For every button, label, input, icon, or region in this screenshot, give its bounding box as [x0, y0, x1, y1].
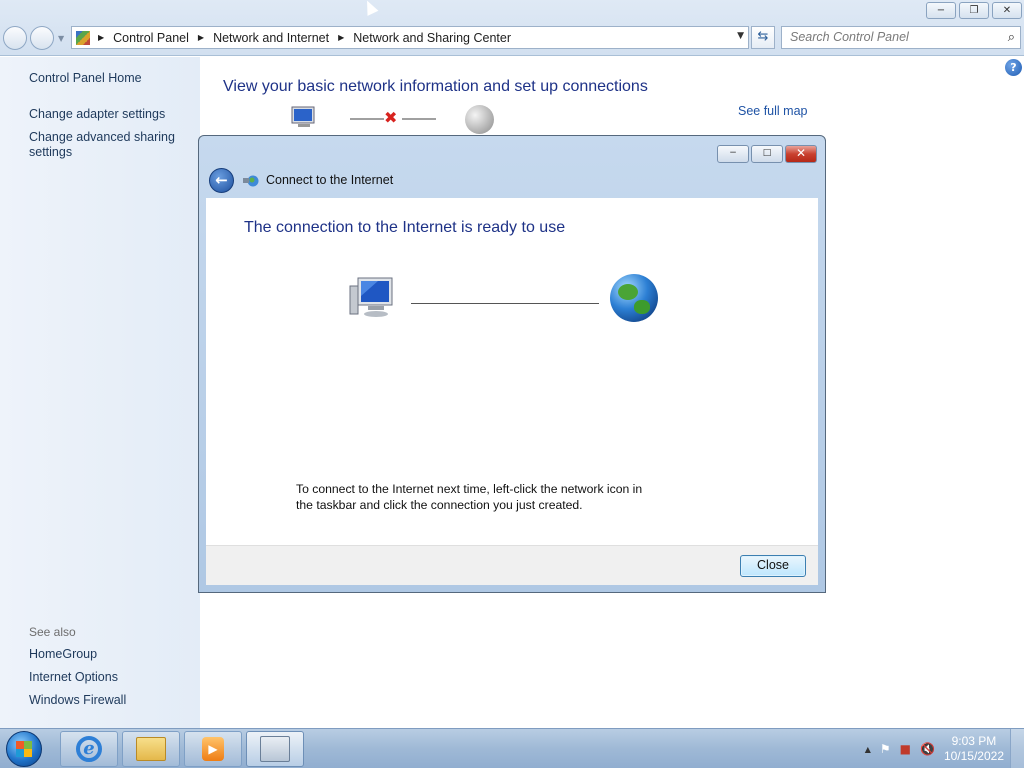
network-map-line [350, 118, 384, 120]
dialog-back-button[interactable]: ← [209, 168, 234, 193]
control-panel-icon [260, 736, 290, 762]
left-task-pane: Control Panel Home Change adapter settin… [0, 57, 200, 728]
network-connection-icon [243, 175, 259, 187]
search-placeholder: Search Control Panel [790, 30, 909, 44]
dialog-minimize-button[interactable]: − [717, 145, 749, 163]
breadcrumb-network-sharing-center[interactable]: Network and Sharing Center [353, 31, 511, 45]
control-panel-icon [76, 30, 90, 45]
dialog-content: The connection to the Internet is ready … [206, 198, 818, 545]
window-titlebar: − ❐ ✕ ▼ ▶ Control Panel ▶ Network and In… [0, 0, 1024, 56]
computer-icon [349, 277, 393, 317]
search-input[interactable]: Search Control Panel ⌕ [781, 26, 1021, 49]
taskbar-internet-explorer[interactable]: e [60, 731, 118, 767]
dialog-maximize-button[interactable]: □ [751, 145, 783, 163]
dialog-title: Connect to the Internet [266, 173, 394, 187]
connection-line [411, 303, 599, 304]
folder-icon [136, 737, 166, 761]
dialog-footer: Close [206, 545, 818, 585]
help-icon[interactable]: ? [1005, 59, 1022, 76]
internet-globe-icon [465, 105, 494, 134]
internet-globe-icon [610, 274, 658, 322]
show-hidden-icons-icon[interactable]: ▲ [865, 745, 871, 754]
network-map-line [402, 118, 436, 120]
minimize-button[interactable]: − [926, 2, 956, 19]
windows-logo-icon [16, 749, 32, 757]
action-center-flag-icon[interactable]: ⚑ [880, 742, 891, 756]
address-bar[interactable]: ▶ Control Panel ▶ Network and Internet ▶… [71, 26, 749, 49]
breadcrumb-separator-icon[interactable]: ▶ [198, 33, 204, 42]
globe-land-shape [634, 300, 650, 314]
show-desktop-button[interactable] [1010, 729, 1024, 768]
close-window-button[interactable]: ✕ [992, 2, 1022, 19]
address-dropdown-icon[interactable]: ▼ [737, 31, 744, 41]
maximize-button[interactable]: ❐ [959, 2, 989, 19]
taskbar: e ▶ ▲ ⚑ ■ 🔇 9:03 PM 10/15/2022 [0, 728, 1024, 768]
taskbar-media-player[interactable]: ▶ [184, 731, 242, 767]
recent-pages-dropdown-icon[interactable]: ▼ [58, 34, 64, 43]
see-also-heading: See also [29, 625, 76, 639]
start-button[interactable] [6, 731, 42, 767]
internet-explorer-icon: e [76, 736, 102, 762]
change-adapter-settings-link[interactable]: Change adapter settings [29, 107, 165, 122]
page-title: View your basic network information and … [223, 78, 648, 95]
computer-icon [291, 106, 315, 127]
dialog-close-x-button[interactable]: ✕ [785, 145, 817, 163]
forward-button[interactable] [30, 26, 54, 50]
taskbar-control-panel[interactable] [246, 731, 304, 767]
clock[interactable]: 9:03 PM 10/15/2022 [944, 734, 1004, 764]
back-button[interactable] [3, 26, 27, 50]
close-button[interactable]: Close [740, 555, 806, 577]
clock-date: 10/15/2022 [943, 749, 1004, 763]
breadcrumb-control-panel[interactable]: Control Panel [113, 31, 189, 45]
homegroup-link[interactable]: HomeGroup [29, 647, 97, 662]
breadcrumb-separator-icon[interactable]: ▶ [338, 33, 344, 42]
network-status-icon[interactable]: ■ [900, 742, 911, 756]
connect-internet-dialog: − □ ✕ ← Connect to the Internet The conn… [198, 135, 826, 593]
dialog-caption-buttons: − □ ✕ [717, 145, 817, 163]
system-tray: ▲ ⚑ ■ 🔇 9:03 PM 10/15/2022 [865, 729, 1024, 768]
breadcrumb-network-and-internet[interactable]: Network and Internet [213, 31, 329, 45]
taskbar-windows-explorer[interactable] [122, 731, 180, 767]
clock-time: 9:03 PM [951, 734, 997, 748]
dialog-heading: The connection to the Internet is ready … [244, 219, 566, 236]
control-panel-home-link[interactable]: Control Panel Home [29, 71, 142, 86]
disconnected-x-icon: ✖ [384, 108, 398, 127]
globe-land-shape [618, 284, 638, 300]
window-caption-buttons: − ❐ ✕ [926, 2, 1022, 19]
search-icon[interactable]: ⌕ [1008, 29, 1015, 45]
volume-muted-icon[interactable]: 🔇 [920, 742, 935, 756]
windows-firewall-link[interactable]: Windows Firewall [29, 693, 126, 708]
change-advanced-sharing-link[interactable]: Change advanced sharing settings [29, 130, 179, 160]
dialog-instruction-text: To connect to the Internet next time, le… [296, 482, 643, 512]
breadcrumb-separator-icon[interactable]: ▶ [98, 33, 104, 42]
refresh-button[interactable]: ⇆ [751, 26, 775, 49]
media-player-icon: ▶ [202, 737, 224, 761]
internet-options-link[interactable]: Internet Options [29, 670, 118, 685]
see-full-map-link[interactable]: See full map [738, 104, 807, 118]
